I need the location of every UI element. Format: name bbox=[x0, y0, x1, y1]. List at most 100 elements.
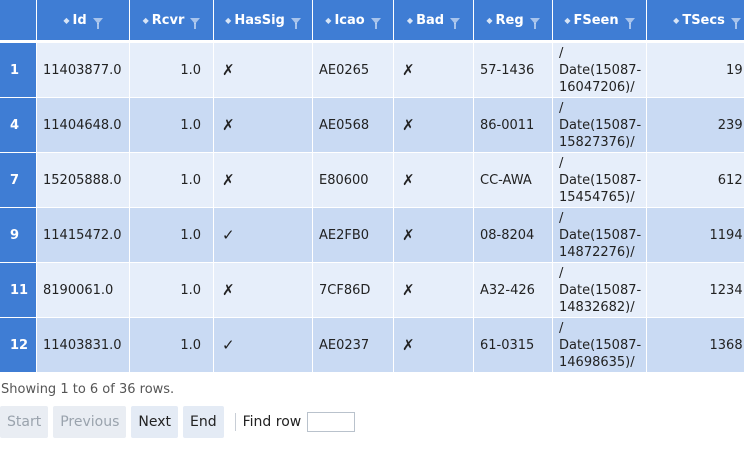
end-button[interactable]: End bbox=[183, 406, 224, 438]
filter-funnel-icon[interactable] bbox=[529, 17, 540, 29]
fseen-line: Date(15087- bbox=[559, 117, 642, 133]
previous-button[interactable]: Previous bbox=[53, 406, 127, 438]
row-number: 7 bbox=[0, 153, 37, 208]
cell-tsecs: 239.0 bbox=[647, 98, 744, 153]
table-row[interactable]: 7 15205888.0 1.0 ✗ E80600 ✗ CC-AWA / Date(15087-… bbox=[0, 153, 744, 208]
cell-id: 11403831.0 bbox=[37, 318, 130, 373]
filter-funnel-icon[interactable] bbox=[624, 17, 635, 29]
sort-arrows-icon[interactable]: ◆ bbox=[325, 16, 331, 25]
cell-bad: ✗ bbox=[394, 43, 474, 98]
cell-tsecs: 1368.0 bbox=[647, 318, 744, 373]
filter-funnel-icon[interactable] bbox=[92, 17, 103, 29]
header-row: ◆ Id ◆ Rcvr ◆ HasSig ◆ Icao ◆ Bad ◆ Reg ◆ FSeen ◆ TSecs bbox=[0, 0, 744, 43]
cell-id: 8190061.0 bbox=[37, 263, 130, 318]
cell-fseen: / Date(15087- 14698635)/ bbox=[553, 318, 647, 373]
cell-hassig: ✓ bbox=[214, 318, 313, 373]
cell-hassig: ✗ bbox=[214, 98, 313, 153]
filter-funnel-icon[interactable] bbox=[290, 17, 301, 29]
table-row[interactable]: 12 11403831.0 1.0 ✓ AE0237 ✗ 61-0315/Date(1508… bbox=[0, 318, 744, 373]
sort-arrows-icon[interactable]: ◆ bbox=[407, 16, 413, 25]
fseen-line: Date(15087- bbox=[559, 227, 642, 243]
cell-reg: A32-426 bbox=[474, 263, 553, 318]
cell-reg: CC-AWA bbox=[474, 153, 553, 208]
filter-funnel-icon[interactable] bbox=[370, 17, 381, 29]
fseen-line: / bbox=[559, 155, 564, 171]
table-row[interactable]: 4 11404648.0 1.0 ✗ AE0568 ✗ 86-0011/Date(15087… bbox=[0, 98, 744, 153]
cell-bad: ✗ bbox=[394, 208, 474, 263]
cell-bad: ✗ bbox=[394, 318, 474, 373]
fseen-line: / bbox=[559, 45, 564, 61]
row-number: 12 bbox=[0, 318, 37, 373]
fseen-line: 14698635)/ bbox=[559, 354, 635, 370]
table-row[interactable]: 9 11415472.0 1.0 ✓ AE2FB0 ✗ 08-8204/Date(15087… bbox=[0, 208, 744, 263]
sort-arrows-icon[interactable]: ◆ bbox=[63, 16, 69, 25]
filter-funnel-icon[interactable] bbox=[730, 17, 741, 29]
cell-id: 15205888.0 bbox=[37, 153, 130, 208]
header-id[interactable]: ◆ Id bbox=[37, 0, 130, 43]
cell-rcvr: 1.0 bbox=[130, 43, 214, 98]
cell-tsecs: 1234.0 bbox=[647, 263, 744, 318]
header-fseen[interactable]: ◆ FSeen bbox=[553, 0, 647, 43]
sort-arrows-icon[interactable]: ◆ bbox=[225, 16, 231, 25]
cell-rcvr: 1.0 bbox=[130, 98, 214, 153]
row-number: 11 bbox=[0, 263, 37, 318]
row-count-status: Showing 1 to 6 of 36 rows. bbox=[1, 382, 175, 397]
header-reg[interactable]: ◆ Reg bbox=[474, 0, 553, 43]
cell-reg: 57-1436 bbox=[474, 43, 553, 98]
cell-icao: E80600 bbox=[313, 153, 394, 208]
cell-fseen: / Date(15087- 16047206)/ bbox=[553, 43, 647, 98]
column-label: Rcvr bbox=[151, 12, 185, 28]
next-button[interactable]: Next bbox=[131, 406, 178, 438]
cell-id: 11403877.0 bbox=[37, 43, 130, 98]
cell-fseen: / Date(15087- 14872276)/ bbox=[553, 208, 647, 263]
filter-funnel-icon[interactable] bbox=[190, 17, 201, 29]
fseen-line: / bbox=[559, 100, 564, 116]
cell-rcvr: 1.0 bbox=[130, 208, 214, 263]
header-icao[interactable]: ◆ Icao bbox=[313, 0, 394, 43]
find-row-label: Find row bbox=[242, 414, 302, 430]
cell-icao: AE0265 bbox=[313, 43, 394, 98]
cell-icao: 7CF86D bbox=[313, 263, 394, 318]
cell-bad: ✗ bbox=[394, 263, 474, 318]
start-button[interactable]: Start bbox=[0, 406, 49, 438]
table-row[interactable]: 1 11403877.0 1.0 ✗ AE0265 ✗ 57-1436/Date(15087… bbox=[0, 43, 744, 98]
sort-arrows-icon[interactable]: ◆ bbox=[564, 16, 570, 25]
header-bad[interactable]: ◆ Bad bbox=[394, 0, 474, 43]
row-number: 9 bbox=[0, 208, 37, 263]
header-tsecs[interactable]: ◆ TSecs bbox=[647, 0, 744, 43]
find-row-input[interactable] bbox=[307, 412, 356, 432]
cell-icao: AE2FB0 bbox=[313, 208, 394, 263]
cell-reg: 61-0315 bbox=[474, 318, 553, 373]
fseen-line: 15827376)/ bbox=[559, 134, 635, 150]
sort-arrows-icon[interactable]: ◆ bbox=[143, 16, 149, 25]
cell-fseen: / Date(15087- 14832682)/ bbox=[553, 263, 647, 318]
column-label: TSecs bbox=[682, 12, 725, 28]
data-grid: ◆ Id ◆ Rcvr ◆ HasSig ◆ Icao ◆ Bad ◆ Reg ◆ FSeen ◆ TSecs… bbox=[0, 0, 744, 375]
header-rownum bbox=[0, 0, 37, 43]
sort-arrows-icon[interactable]: ◆ bbox=[486, 16, 492, 25]
fseen-line: Date(15087- bbox=[559, 282, 642, 298]
cell-id: 11415472.0 bbox=[37, 208, 130, 263]
cell-icao: AE0568 bbox=[313, 98, 394, 153]
fseen-line: 14872276)/ bbox=[559, 244, 635, 260]
column-label: Reg bbox=[495, 12, 524, 28]
sort-arrows-icon[interactable]: ◆ bbox=[673, 16, 679, 25]
row-number: 4 bbox=[0, 98, 37, 153]
cell-hassig: ✗ bbox=[214, 263, 313, 318]
header-hassig[interactable]: ◆ HasSig bbox=[214, 0, 313, 43]
cell-tsecs: 1194.0 bbox=[647, 208, 744, 263]
data-table: ◆ Id ◆ Rcvr ◆ HasSig ◆ Icao ◆ Bad ◆ Reg ◆ FSeen ◆ TSecs… bbox=[0, 0, 744, 373]
fseen-line: Date(15087- bbox=[559, 62, 642, 78]
fseen-line: 16047206)/ bbox=[559, 79, 635, 95]
table-row[interactable]: 11 8190061.0 1.0 ✗ 7CF86D ✗ A32-426/Date(15087… bbox=[0, 263, 744, 318]
grid-body: 1 11403877.0 1.0 ✗ AE0265 ✗ 57-1436/Date(15087… bbox=[0, 43, 744, 373]
column-label: HasSig bbox=[234, 12, 285, 28]
column-label: FSeen bbox=[573, 12, 619, 28]
header-rcvr[interactable]: ◆ Rcvr bbox=[130, 0, 214, 43]
cell-hassig: ✗ bbox=[214, 153, 313, 208]
pager-divider bbox=[234, 413, 236, 431]
filter-funnel-icon[interactable] bbox=[450, 17, 461, 29]
cell-hassig: ✓ bbox=[214, 208, 313, 263]
cell-bad: ✗ bbox=[394, 98, 474, 153]
cell-reg: 08-8204 bbox=[474, 208, 553, 263]
